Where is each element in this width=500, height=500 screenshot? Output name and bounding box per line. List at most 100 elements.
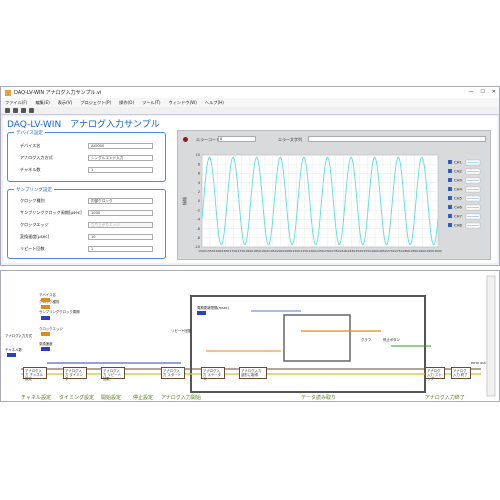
legend-label-ch6: CH6: [454, 205, 463, 210]
x-tick-label: 2500: [356, 249, 364, 253]
channels-term-label: チャネル数: [5, 348, 22, 352]
input-mode-field[interactable]: シングルエンド入力: [88, 155, 153, 161]
x-tick-label: 2600: [371, 249, 379, 253]
clock-type-terminal: [41, 305, 50, 309]
clock-edge-terminal: [41, 332, 50, 336]
menu-window[interactable]: ウィンドウ(W): [169, 100, 197, 106]
legend-checkbox: [448, 205, 452, 209]
y-tick-label: 2: [198, 190, 200, 194]
channel-count-field[interactable]: 1: [88, 167, 153, 173]
legend-label-ch4: CH4: [454, 187, 463, 192]
legend-checkbox: [448, 160, 452, 164]
device-name-label: デバイス名: [20, 143, 41, 148]
x-tick-label: 1900: [261, 249, 269, 253]
sampling-period-terminal: [41, 316, 50, 320]
status-node[interactable]: アナログ入力 ステータス: [201, 367, 225, 381]
x-tick-label: 1950: [269, 249, 277, 253]
x-tick-label: 2950: [426, 249, 434, 253]
legend-label-ch7: CH7: [454, 214, 463, 219]
legend-label-ch1: CH1: [454, 160, 463, 165]
wait-terminal: [197, 311, 206, 315]
error-led-icon: [183, 137, 188, 142]
error-out-term-label: error out: [471, 361, 486, 365]
graph-term-label: グラフ: [361, 338, 372, 342]
channel-setting-node[interactable]: アナログ入力 チャネル設定: [23, 367, 47, 381]
menu-project[interactable]: プロジェクト(P): [80, 100, 111, 106]
x-tick-label: 2800: [403, 249, 411, 253]
repeat-count-field[interactable]: 1: [88, 246, 153, 252]
section-channel: チャネル設定: [21, 395, 51, 401]
conv-speed-term-label: 変換速度: [39, 342, 53, 346]
run-continuous-icon[interactable]: [13, 108, 18, 113]
x-tick-label: 1800: [245, 249, 253, 253]
x-tick-label: 1750: [238, 249, 246, 253]
error-string-field: [308, 136, 486, 142]
close-button[interactable]: ✕: [492, 89, 496, 95]
menu-help[interactable]: ヘルプ(H): [205, 100, 224, 106]
legend-checkbox: [448, 178, 452, 182]
toolbar: [1, 107, 499, 115]
menu-tools[interactable]: ツール(T): [142, 100, 160, 106]
y-tick-label: -4: [197, 218, 200, 222]
pause-icon[interactable]: [29, 108, 34, 113]
error-code-label: エラーコード: [196, 137, 220, 142]
device-name-field[interactable]: AIO000: [88, 143, 153, 149]
x-tick-label: 2550: [363, 249, 371, 253]
channel-count-label: チャネル数: [20, 167, 41, 172]
sampling-period-term-label: サンプリングクロック周期: [39, 310, 80, 314]
x-tick-label: 2850: [411, 249, 419, 253]
section-ai-start: アナログ入力開始: [161, 395, 201, 401]
section-read: データ読み取り: [301, 395, 337, 401]
x-tick-label: 2000: [277, 249, 285, 253]
clock-edge-field[interactable]: 立ち上がりエッジ: [88, 222, 153, 228]
conv-speed-terminal: [41, 347, 50, 351]
clock-type-field[interactable]: 内部クロック: [88, 198, 153, 204]
y-tick-label: -6: [197, 227, 200, 231]
x-tick-label: 3000: [434, 249, 442, 253]
menu-bar: ファイル(F) 編集(E) 表示(V) プロジェクト(P) 操作(O) ツール(…: [1, 98, 499, 107]
x-tick-label: 2400: [340, 249, 348, 253]
stop-node[interactable]: アナログ入力 ストップ: [425, 367, 445, 381]
channels-terminal: [7, 353, 16, 357]
analog-mode-term-label: アナログ入力方式: [5, 334, 33, 338]
x-tick-label: 2100: [293, 249, 301, 253]
menu-view[interactable]: 表示(V): [58, 100, 73, 106]
waveform-chart-panel: エラーコード 0 エラー文字列 10 8 6 4 2 0 -2 -4 -6 -8 -10 1500 15…: [177, 130, 491, 260]
x-tick-label: 1500: [198, 249, 206, 253]
start-node[interactable]: アナログ入力 スタート: [161, 367, 185, 379]
conversion-speed-field[interactable]: 10: [88, 234, 153, 240]
sampling-period-field[interactable]: 1000: [88, 210, 153, 216]
x-tick-label: 2700: [387, 249, 395, 253]
y-tick-label: 10: [196, 153, 200, 157]
y-tick-label: 6: [198, 172, 200, 176]
y-tick-label: 8: [198, 162, 200, 166]
repeat-term-label: リピート回数: [171, 329, 192, 333]
labview-icon: [5, 89, 11, 96]
app-title: DAQ-LV-WIN アナログ入力サンプル: [7, 120, 160, 130]
get-waveform-node[interactable]: アナログ入力 波形に取得: [239, 367, 267, 379]
wait-term-label: 周期更新間隔(msec): [197, 306, 230, 310]
section-ai-end: アナログ入力終了: [425, 395, 465, 401]
x-tick-label: 2250: [316, 249, 324, 253]
section-stop: 停止設定: [133, 395, 154, 401]
maximize-button[interactable]: ☐: [480, 89, 484, 95]
menu-operate[interactable]: 操作(O): [119, 100, 134, 106]
menu-file[interactable]: ファイル(F): [5, 100, 27, 106]
x-tick-label: 2450: [348, 249, 356, 253]
x-tick-label: 2200: [308, 249, 316, 253]
x-tick-label: 2900: [418, 249, 426, 253]
x-tick-label: 1650: [222, 249, 230, 253]
minimize-button[interactable]: —: [468, 89, 473, 95]
repeat-node[interactable]: アナログ入力 リピート回数: [101, 367, 125, 381]
waveform-chart: 1086420-2-4-6-8-101500 1550 1600 1650 1700 17…: [181, 153, 481, 253]
menu-edit[interactable]: 編集(E): [35, 100, 49, 106]
timing-node[interactable]: アナログ入力 タイミング: [63, 367, 87, 381]
clock-edge-label: クロックエッジ: [20, 222, 49, 227]
legend-checkbox: [448, 214, 452, 218]
x-tick-label: 2650: [379, 249, 387, 253]
conversion-speed-label: 変換速度[μsec]: [20, 234, 50, 239]
abort-icon[interactable]: [21, 108, 26, 113]
y-axis-label: 振幅: [181, 197, 187, 205]
run-arrow-icon[interactable]: [5, 108, 10, 113]
finish-node[interactable]: アナログ入力 終了: [451, 367, 471, 379]
